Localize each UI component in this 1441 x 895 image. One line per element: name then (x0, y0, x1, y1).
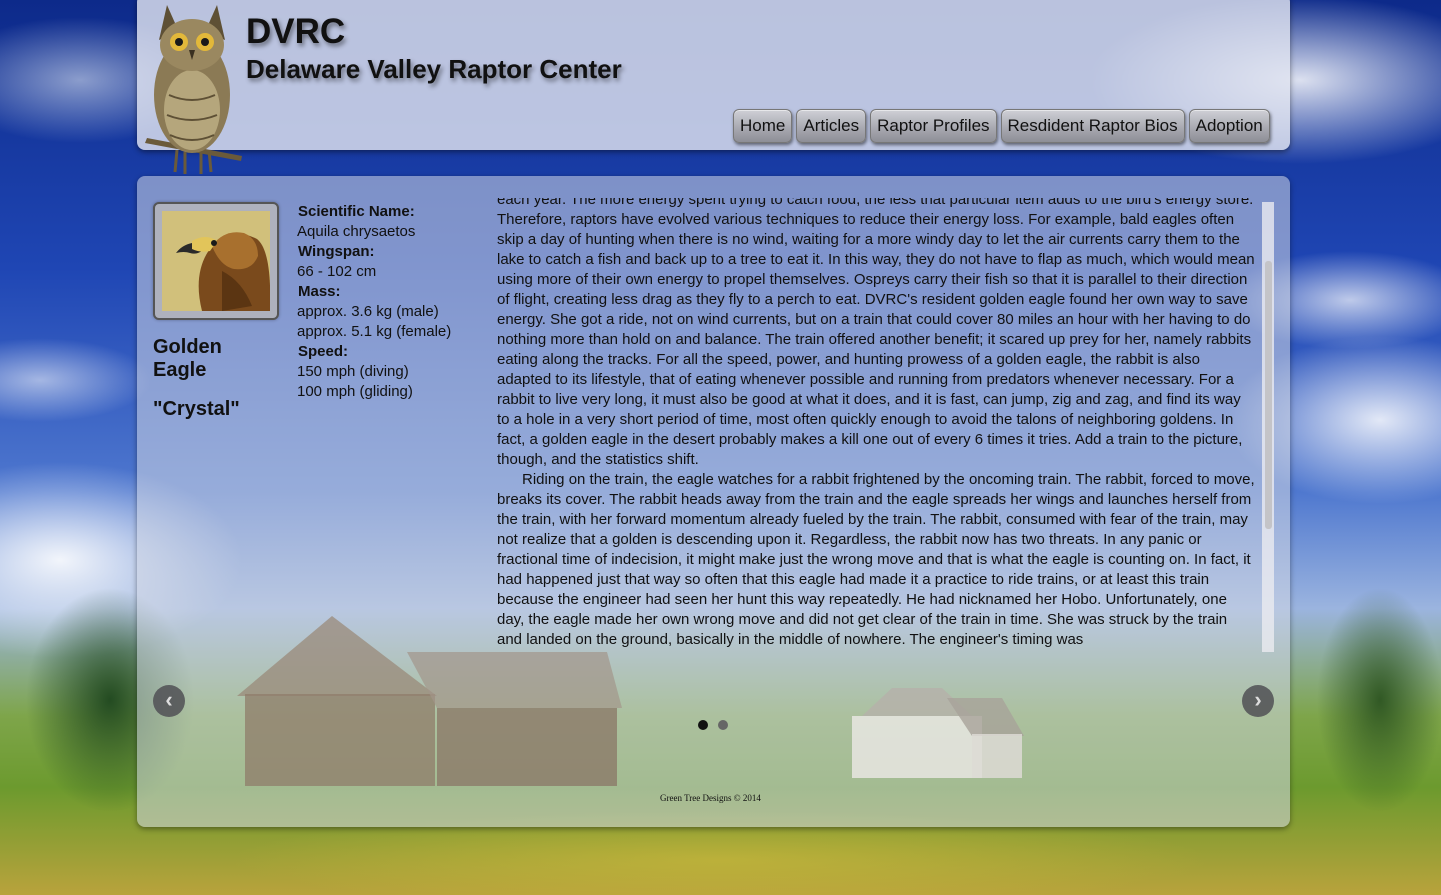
raptor-photo-frame (153, 202, 279, 320)
fact-label-mass: Mass: (298, 283, 341, 300)
nav-home-button[interactable]: Home (733, 109, 793, 143)
nav-resident-raptor-bios-button[interactable]: Resdident Raptor Bios (1000, 109, 1185, 143)
article-body: each year. The more energy spent trying … (497, 198, 1255, 650)
carousel-pagination (698, 720, 728, 730)
carousel-prev-button[interactable]: ‹ (153, 685, 185, 717)
site-name: Delaware Valley Raptor Center (246, 54, 622, 84)
farmhouse-background (852, 688, 1024, 778)
fact-label-speed: Speed: (298, 343, 349, 360)
footer-credit: Green Tree Designs © 2014 (660, 793, 761, 803)
content-panel: Golden Eagle "Crystal" Scientific Name: … (137, 176, 1290, 827)
fact-value-mass-female: approx. 5.1 kg (female) (297, 323, 452, 340)
carousel-next-button[interactable]: › (1242, 685, 1274, 717)
golden-eagle-photo (162, 211, 270, 311)
article-scrollbar-thumb[interactable] (1265, 261, 1272, 529)
nav-articles-button[interactable]: Articles (796, 109, 867, 143)
article-paragraph: each year. The more energy spent trying … (497, 198, 1255, 468)
nav-raptor-profiles-button[interactable]: Raptor Profiles (870, 109, 997, 143)
fact-value-wingspan: 66 - 102 cm (297, 263, 377, 280)
fact-value-speed-gliding: 100 mph (gliding) (297, 383, 413, 400)
fact-value-speed-diving: 150 mph (diving) (297, 363, 409, 380)
raptor-common-name: Golden Eagle (153, 336, 222, 381)
fact-value-scientific-name: Aquila chrysaetos (297, 223, 416, 240)
fact-label-scientific-name: Scientific Name: (298, 203, 415, 220)
owl-logo (145, 5, 242, 174)
main-navigation: Home Articles Raptor Profiles Resdident … (733, 109, 1270, 143)
fact-value-mass-male: approx. 3.6 kg (male) (297, 303, 439, 320)
nav-adoption-button[interactable]: Adoption (1188, 109, 1270, 143)
site-abbreviation: DVRC (246, 12, 346, 51)
fact-label-wingspan: Wingspan: (298, 243, 375, 260)
carousel-dot-2[interactable] (718, 720, 728, 730)
raptor-facts: Scientific Name: Aquila chrysaetos Wings… (297, 202, 487, 402)
carousel-dot-1[interactable] (698, 720, 708, 730)
raptor-nickname: "Crystal" (153, 398, 240, 420)
article-scroll-area[interactable]: each year. The more energy spent trying … (497, 198, 1255, 650)
article-paragraph: Riding on the train, the eagle watches f… (497, 471, 1255, 648)
